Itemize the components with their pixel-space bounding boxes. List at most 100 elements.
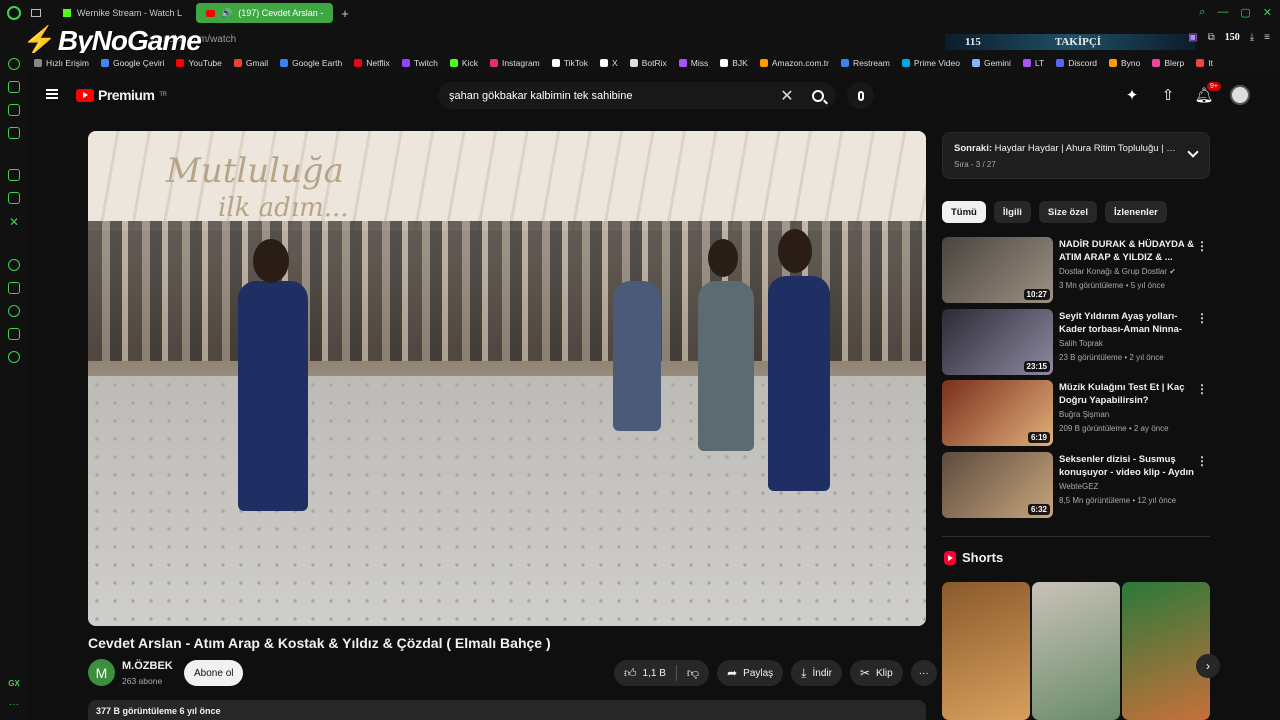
- bookmark-item[interactable]: Hızlı Erişim: [34, 58, 89, 68]
- speaker-icon[interactable]: 🔊: [221, 8, 232, 19]
- new-tab-button[interactable]: +: [341, 6, 349, 21]
- voice-search-button[interactable]: [847, 82, 874, 109]
- like-button[interactable]: 👍︎ 1,1 B: [614, 660, 676, 686]
- chip-watched[interactable]: İzlenenler: [1104, 201, 1167, 223]
- bookmark-item[interactable]: Google Çeviri: [100, 58, 164, 68]
- more-icon[interactable]: ···: [9, 699, 19, 710]
- extension-sparkle-icon[interactable]: ✦: [1122, 85, 1142, 105]
- more-vertical-icon[interactable]: ⋮: [1196, 382, 1208, 396]
- channel-avatar[interactable]: M: [88, 659, 115, 686]
- bookmark-item[interactable]: Gmail: [233, 58, 268, 68]
- history-icon[interactable]: [8, 58, 20, 70]
- video-thumbnail[interactable]: 23:15: [942, 309, 1053, 375]
- short-thumbnail[interactable]: [942, 582, 1030, 720]
- chip-all[interactable]: Tümü: [942, 201, 986, 223]
- short-thumbnail[interactable]: [1032, 582, 1120, 720]
- menu-icon[interactable]: ≡: [1264, 32, 1270, 43]
- youtube-premium-logo[interactable]: Premium TR: [76, 87, 167, 103]
- video-thumbnail[interactable]: 6:19: [942, 380, 1053, 446]
- bookmark-item[interactable]: Instagram: [489, 58, 540, 68]
- clock-icon[interactable]: [8, 305, 20, 317]
- bookmark-item[interactable]: LT: [1022, 58, 1044, 68]
- tab-youtube-active[interactable]: 🔊 (197) Cevdet Arslan -: [196, 3, 334, 23]
- bookmark-item[interactable]: Restream: [840, 58, 890, 68]
- clip-button[interactable]: ✂ Klip: [849, 660, 903, 686]
- recommended-video[interactable]: 6:19 Müzik Kulağını Test Et | Kaç Doğru Y…: [942, 380, 1212, 446]
- bookmark-item[interactable]: It: [1196, 58, 1213, 68]
- search-icon[interactable]: ⌕: [1199, 6, 1205, 19]
- playlist-panel[interactable]: Sonraki: Haydar Haydar | Ahura Ritim Top…: [942, 132, 1210, 179]
- recommended-title[interactable]: NADİR DURAK & HÜDAYDA & ATIM ARAP & YILD…: [1059, 238, 1197, 264]
- recommended-title[interactable]: Müzik Kulağını Test Et | Kaç Doğru Yapab…: [1059, 381, 1197, 407]
- bookmark-item[interactable]: Miss: [678, 58, 708, 68]
- upload-icon[interactable]: ⇧: [1158, 85, 1178, 105]
- channel-name[interactable]: M.ÖZBEK: [122, 660, 173, 672]
- search-input[interactable]: [438, 89, 774, 102]
- recommended-channel[interactable]: Buğra Şişman: [1059, 410, 1109, 419]
- recommended-channel[interactable]: Salih Toprak: [1059, 339, 1103, 348]
- search-button[interactable]: [800, 82, 836, 109]
- more-vertical-icon[interactable]: ⋮: [1196, 239, 1208, 253]
- player-icon[interactable]: [8, 259, 20, 271]
- x-sidebar-icon[interactable]: ✕: [9, 215, 19, 229]
- close-icon[interactable]: ✕: [1263, 6, 1272, 19]
- chevron-down-icon[interactable]: [1187, 146, 1199, 158]
- video-thumbnail[interactable]: 6:32: [942, 452, 1053, 518]
- chip-related[interactable]: İlgili: [993, 201, 1031, 223]
- gx-corner-icon[interactable]: [8, 127, 20, 139]
- whatsapp-icon[interactable]: [8, 104, 20, 116]
- recommended-video[interactable]: 10:27 NADİR DURAK & HÜDAYDA & ATIM ARAP &…: [942, 237, 1212, 303]
- messenger-icon[interactable]: [8, 81, 20, 93]
- chip-for-you[interactable]: Size özel: [1038, 201, 1097, 223]
- bookmark-item[interactable]: Kick: [449, 58, 478, 68]
- account-avatar[interactable]: [1230, 85, 1250, 105]
- bookmark-item[interactable]: Amazon.com.tr: [759, 58, 829, 68]
- bookmark-item[interactable]: TikTok: [551, 58, 588, 68]
- minimize-icon[interactable]: —: [1217, 6, 1228, 19]
- download-button[interactable]: ⤓ İndir: [791, 660, 842, 686]
- bookmark-item[interactable]: YouTube: [176, 58, 222, 68]
- recommended-video[interactable]: 6:32 Seksenler dizisi - Susmuş konuşuyor …: [942, 452, 1212, 518]
- recommended-title[interactable]: Seksenler dizisi - Susmuş konuşuyor - vi…: [1059, 453, 1197, 479]
- bookmark-item[interactable]: X: [600, 58, 618, 68]
- bookmark-item[interactable]: Gemini: [971, 58, 1011, 68]
- bookmark-item[interactable]: Discord: [1056, 58, 1097, 68]
- maximize-icon[interactable]: ▢: [1240, 6, 1250, 19]
- extension-icon[interactable]: ▣: [1188, 32, 1197, 43]
- bookmark-item[interactable]: Prime Video: [901, 58, 960, 68]
- video-thumbnail[interactable]: 10:27: [942, 237, 1053, 303]
- download-icon[interactable]: ⤓: [1250, 32, 1254, 43]
- bookmark-item[interactable]: Byno: [1109, 58, 1140, 68]
- opera-gx-icon[interactable]: [7, 6, 21, 20]
- gx-icon[interactable]: GX: [8, 679, 20, 688]
- tab-manager-icon[interactable]: [31, 9, 41, 17]
- recommended-video[interactable]: 23:15 Seyit Yıldırım Ayaş yolları-Kader t…: [942, 309, 1212, 375]
- recommended-channel[interactable]: Dostlar Konağı & Grup Dostlar ✔: [1059, 267, 1176, 276]
- short-thumbnail[interactable]: [1122, 582, 1210, 720]
- extensions-puzzle-icon[interactable]: ⧉: [1208, 32, 1215, 43]
- more-actions-button[interactable]: ···: [910, 660, 937, 686]
- bookmark-item[interactable]: Twitch: [401, 58, 438, 68]
- bookmark-item[interactable]: BJK: [720, 58, 748, 68]
- description-box[interactable]: 377 B görüntüleme 6 yıl önce: [88, 700, 926, 720]
- dislike-button[interactable]: 👎︎: [677, 660, 709, 686]
- twitch-sidebar-icon[interactable]: [8, 192, 20, 204]
- subscribe-button[interactable]: Abone ol: [184, 660, 244, 686]
- tab-wernike-stream[interactable]: Wernike Stream - Watch L: [53, 3, 192, 23]
- bookmark-item[interactable]: Google Earth: [280, 58, 342, 68]
- recommended-title[interactable]: Seyit Yıldırım Ayaş yolları-Kader torbas…: [1059, 310, 1197, 336]
- video-player[interactable]: Mutluluğa ilk adım...: [88, 131, 926, 626]
- cube-icon[interactable]: [8, 328, 20, 340]
- bookmark-item[interactable]: Netflix: [354, 58, 390, 68]
- clear-search-icon[interactable]: ✕: [774, 86, 800, 106]
- settings-icon[interactable]: [8, 351, 20, 363]
- share-button[interactable]: ➦ Paylaş: [717, 660, 784, 686]
- bookmark-item[interactable]: BotRix: [629, 58, 667, 68]
- bookmark-item[interactable]: Blerp: [1152, 58, 1184, 68]
- recommended-channel[interactable]: WebteGEZ: [1059, 482, 1098, 491]
- more-vertical-icon[interactable]: ⋮: [1196, 311, 1208, 325]
- shorts-next-button[interactable]: ›: [1196, 654, 1220, 678]
- kick-sidebar-icon[interactable]: [8, 169, 20, 181]
- more-vertical-icon[interactable]: ⋮: [1196, 454, 1208, 468]
- notifications-bell-icon[interactable]: 🔔︎ 9+: [1194, 82, 1221, 105]
